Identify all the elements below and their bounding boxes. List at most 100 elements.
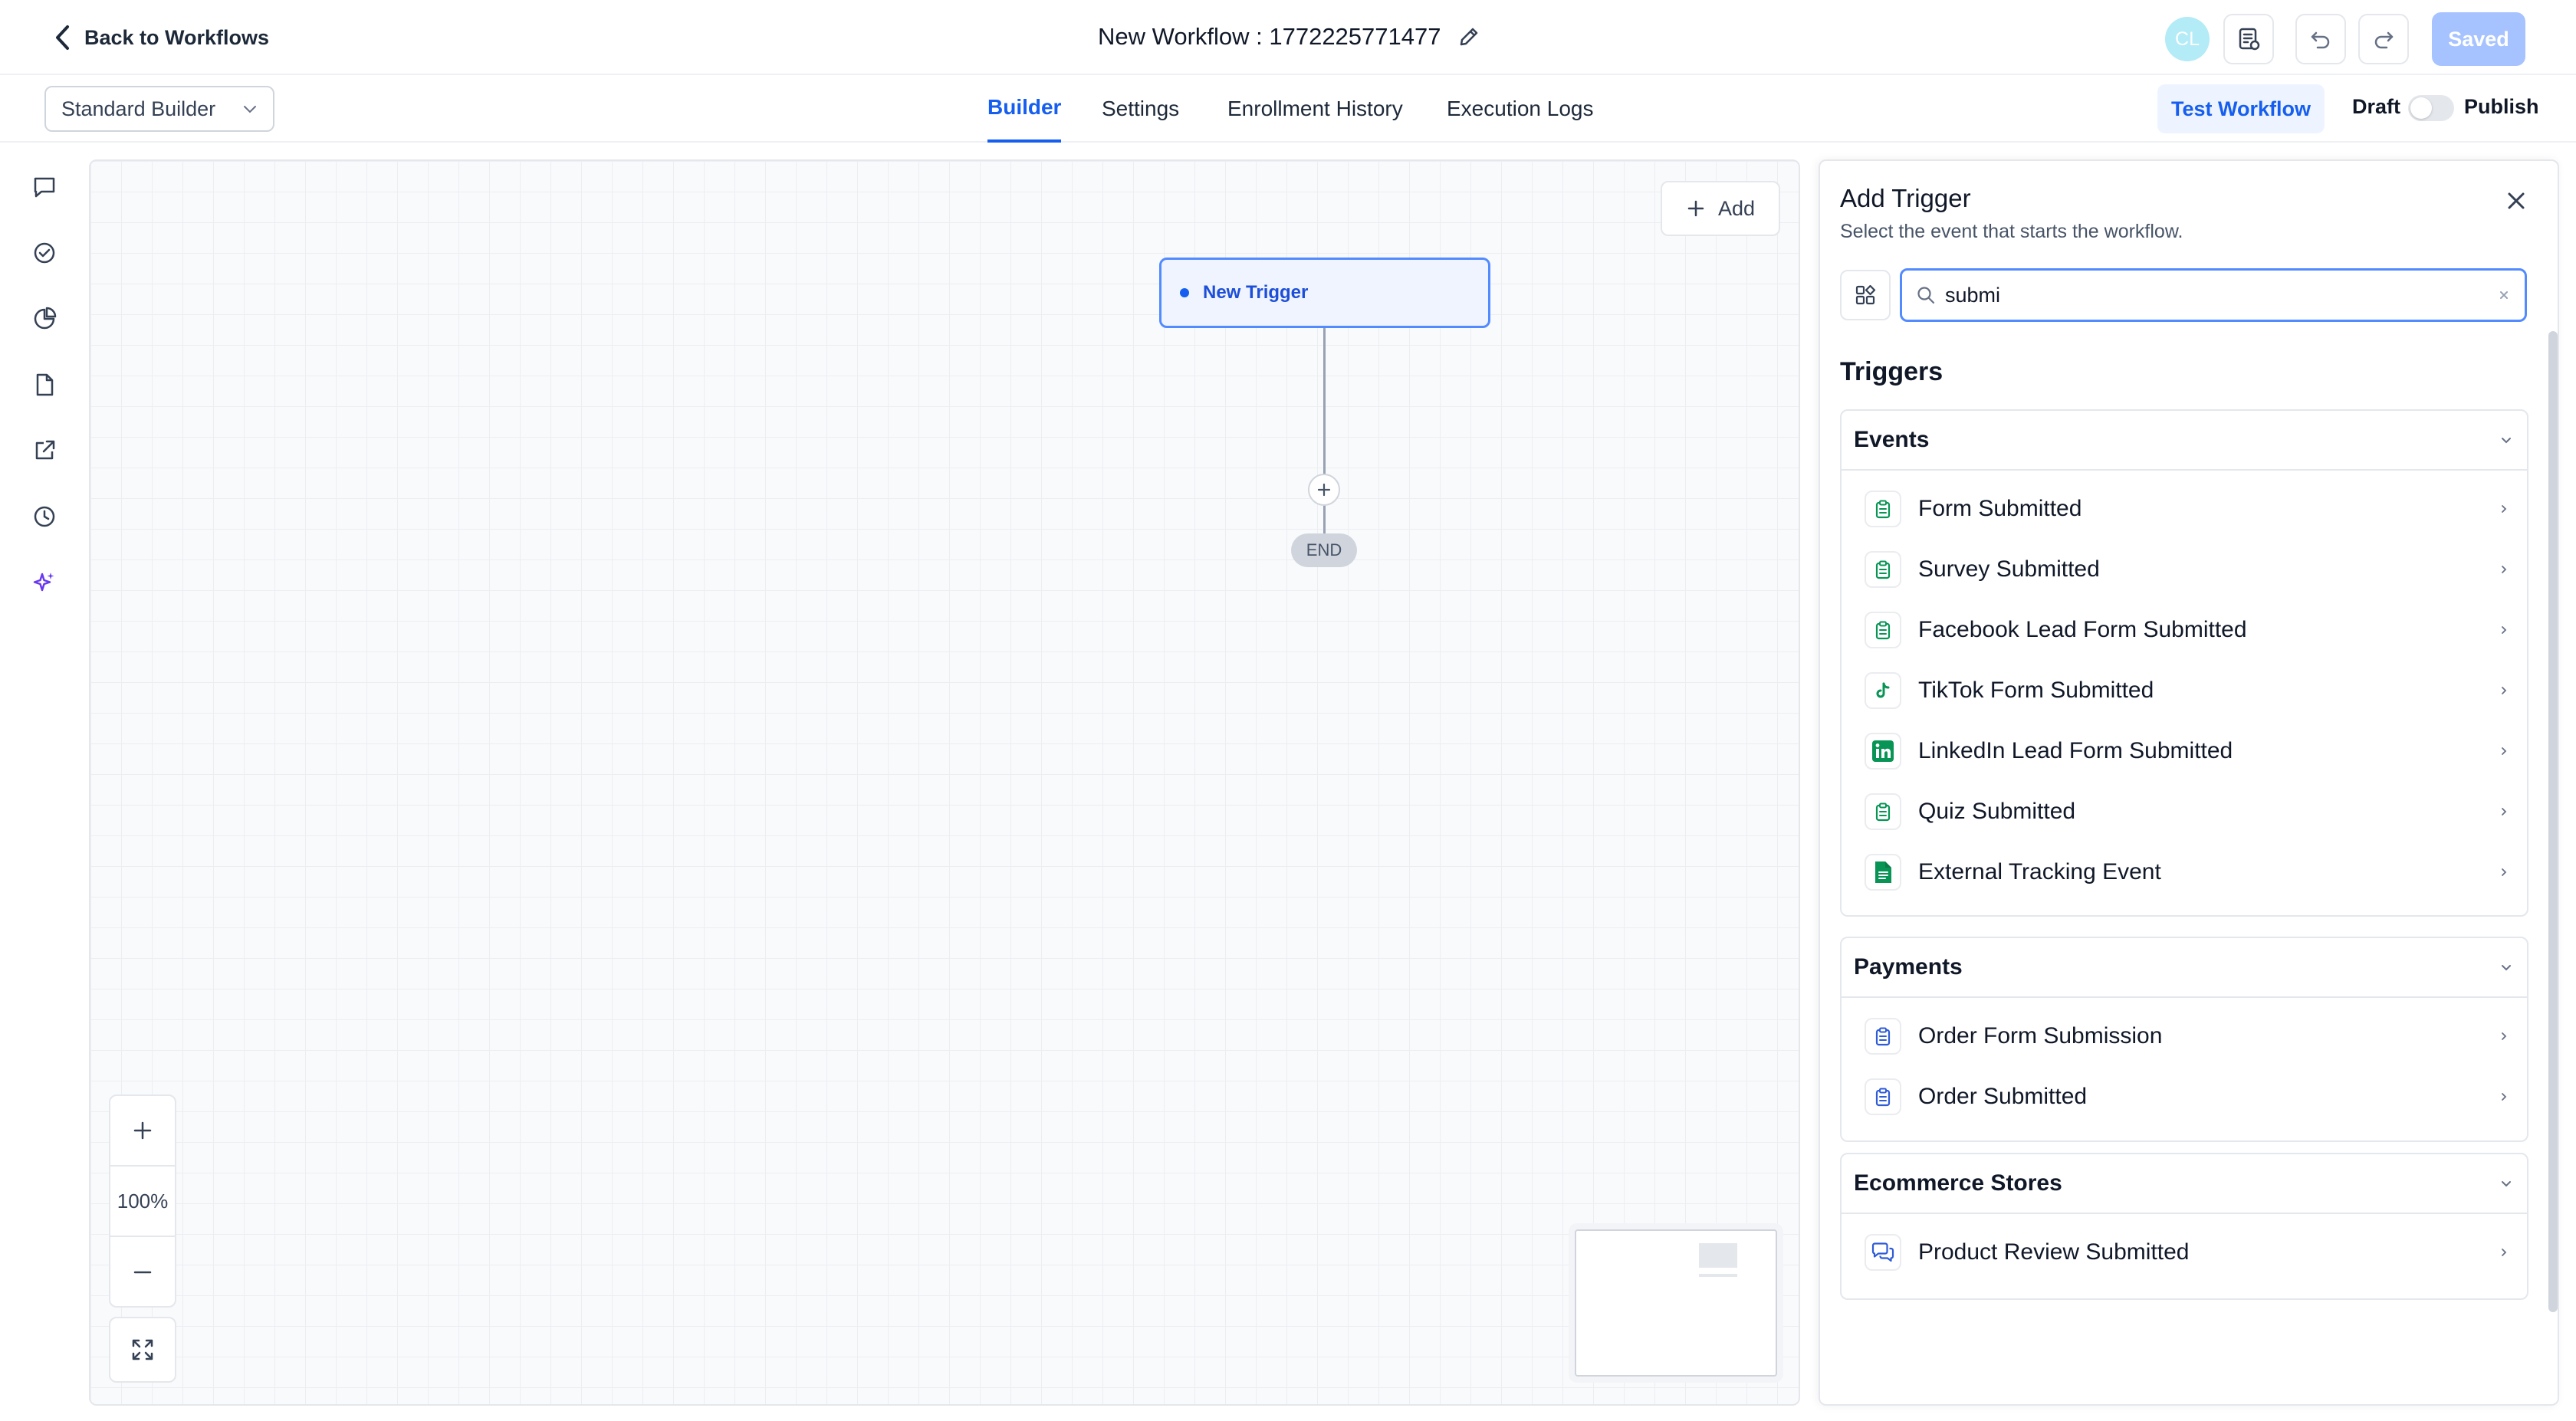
undo-button[interactable] [2295, 14, 2346, 64]
trigger-group-ecommerce-stores: Ecommerce Stores Product Review Submitte… [1840, 1153, 2528, 1300]
tiktok-icon [1865, 671, 1901, 709]
back-to-workflows-link[interactable]: Back to Workflows [54, 20, 269, 55]
trigger-item-label: TikTok Form Submitted [1918, 677, 2154, 703]
chevron-right-icon [2502, 565, 2507, 573]
tab-execution-logs[interactable]: Execution Logs [1447, 75, 1593, 143]
clipboard-icon [1865, 550, 1901, 588]
chevron-right-icon [2502, 1248, 2507, 1256]
add-step-button[interactable] [1308, 474, 1340, 506]
builder-mode-value: Standard Builder [61, 97, 216, 120]
group-title: Payments [1854, 954, 1963, 980]
trigger-item-label: Order Submitted [1918, 1083, 2088, 1109]
trigger-item-label: Quiz Submitted [1918, 798, 2076, 824]
group-header[interactable]: Events [1842, 411, 2527, 471]
trigger-item[interactable]: External Tracking Event [1842, 842, 2527, 902]
zoom-out-button[interactable] [110, 1237, 175, 1308]
zoom-in-button[interactable] [110, 1096, 175, 1167]
view-categories-button[interactable] [1840, 270, 1891, 320]
trigger-search-box [1900, 268, 2527, 322]
end-node: END [1291, 533, 1357, 567]
linkedin-icon [1865, 732, 1901, 770]
edit-title-button[interactable] [1458, 26, 1480, 48]
chevron-right-icon [2502, 1032, 2507, 1040]
close-icon [2508, 192, 2525, 209]
triggers-heading: Triggers [1840, 357, 1944, 386]
rail-history-button[interactable] [28, 500, 61, 533]
rail-comments-button[interactable] [28, 170, 61, 204]
document-list-icon [2239, 28, 2260, 51]
plus-icon [1317, 483, 1331, 497]
trigger-item[interactable]: Form Submitted [1842, 478, 2527, 539]
trigger-node-label: New Trigger [1203, 282, 1309, 303]
trigger-item[interactable]: Facebook Lead Form Submitted [1842, 599, 2527, 660]
chevron-left-icon [56, 25, 69, 50]
group-header[interactable]: Payments [1842, 938, 2527, 998]
trigger-item[interactable]: Order Submitted [1842, 1066, 2527, 1127]
trigger-item-label: Facebook Lead Form Submitted [1918, 616, 2247, 642]
trigger-item-label: External Tracking Event [1918, 858, 2161, 884]
builder-mode-select[interactable]: Standard Builder [44, 86, 274, 132]
add-button[interactable]: Add [1661, 181, 1780, 236]
rail-ai-assistant-button[interactable] [28, 566, 61, 599]
panel-scrollbar[interactable] [2548, 331, 2558, 1312]
workflow-canvas[interactable] [89, 159, 1800, 1406]
notes-button[interactable] [2223, 14, 2274, 64]
trigger-search-input[interactable] [1945, 283, 2488, 307]
fit-view-button[interactable] [109, 1317, 176, 1383]
rail-validate-button[interactable] [28, 236, 61, 270]
redo-button[interactable] [2358, 14, 2409, 64]
rail-stats-button[interactable] [28, 302, 61, 336]
trigger-item[interactable]: Order Form Submission [1842, 1006, 2527, 1066]
clipboard-icon [1865, 490, 1901, 527]
close-panel-button[interactable] [2501, 185, 2532, 216]
clipboard-icon [1865, 611, 1901, 648]
trigger-item[interactable]: TikTok Form Submitted [1842, 660, 2527, 720]
chevron-right-icon [2502, 625, 2507, 634]
minimap-node [1699, 1243, 1737, 1268]
toggle-knob [2410, 97, 2432, 119]
group-header[interactable]: Ecommerce Stores [1842, 1154, 2527, 1214]
avatar[interactable]: CL [2165, 17, 2210, 61]
back-label: Back to Workflows [84, 25, 270, 49]
grid-icon [1855, 284, 1876, 305]
tab-enrollment-history[interactable]: Enrollment History [1227, 75, 1403, 143]
tab-settings[interactable]: Settings [1102, 75, 1179, 143]
chevron-right-icon [2502, 807, 2507, 816]
chevron-right-icon [2502, 504, 2507, 513]
expand-icon [132, 1339, 153, 1360]
rail-external-link-button[interactable] [28, 434, 61, 468]
clear-search-icon[interactable] [2497, 288, 2511, 302]
trigger-group-events: Events Form Submitted Survey Submitted F… [1840, 409, 2528, 917]
trigger-status-dot [1180, 288, 1189, 297]
sparkles-icon [33, 573, 54, 592]
group-title: Events [1854, 427, 1930, 452]
zoom-controls: 100% [109, 1094, 176, 1308]
test-workflow-button[interactable]: Test Workflow [2157, 84, 2325, 133]
publish-label: Publish [2464, 95, 2539, 118]
clock-history-icon [34, 506, 55, 527]
saved-button[interactable]: Saved [2432, 12, 2525, 66]
trigger-item[interactable]: Product Review Submitted [1842, 1222, 2527, 1282]
plus-icon [1687, 200, 1704, 217]
pencil-icon [1460, 28, 1477, 46]
trigger-node[interactable]: New Trigger [1159, 258, 1490, 328]
chevron-right-icon [2502, 686, 2507, 694]
chat-bubbles-icon [1865, 1233, 1901, 1271]
trigger-item[interactable]: LinkedIn Lead Form Submitted [1842, 720, 2527, 781]
trigger-item-label: LinkedIn Lead Form Submitted [1918, 737, 2233, 763]
chevron-down-icon [2502, 438, 2511, 444]
plus-icon [133, 1121, 152, 1140]
trigger-item-label: Order Form Submission [1918, 1022, 2163, 1049]
redo-icon [2374, 31, 2394, 49]
clipboard-icon [1865, 1017, 1901, 1055]
minimap[interactable] [1575, 1229, 1777, 1377]
tab-builder[interactable]: Builder [987, 75, 1062, 143]
document-icon [1865, 853, 1901, 891]
publish-toggle[interactable] [2408, 95, 2454, 121]
trigger-item-label: Survey Submitted [1918, 556, 2100, 582]
trigger-item-label: Product Review Submitted [1918, 1239, 2190, 1265]
rail-file-button[interactable] [28, 368, 61, 402]
minimap-connector [1699, 1274, 1737, 1277]
trigger-item[interactable]: Quiz Submitted [1842, 781, 2527, 842]
trigger-item[interactable]: Survey Submitted [1842, 539, 2527, 599]
